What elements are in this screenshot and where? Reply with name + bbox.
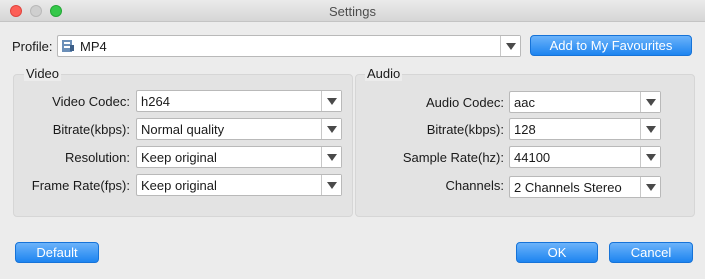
video-codec-label: Video Codec: [52, 94, 130, 109]
add-to-favourites-button[interactable]: Add to My Favourites [530, 35, 692, 56]
ok-button[interactable]: OK [516, 242, 598, 263]
audio-codec-select[interactable]: aac [509, 91, 661, 113]
resolution-value: Keep original [141, 150, 217, 165]
chevron-down-icon[interactable] [640, 119, 660, 139]
audio-codec-label: Audio Codec: [425, 95, 504, 110]
resolution-select[interactable]: Keep original [136, 146, 342, 168]
chevron-down-icon[interactable] [640, 147, 660, 167]
video-bitrate-label: Bitrate(kbps): [52, 122, 130, 137]
default-button[interactable]: Default [15, 242, 99, 263]
frame-rate-label: Frame Rate(fps): [31, 178, 130, 193]
audio-bitrate-value: 128 [514, 122, 536, 137]
sample-rate-select[interactable]: 44100 [509, 146, 661, 168]
video-codec-value: h264 [141, 94, 170, 109]
video-group-title: Video [24, 66, 62, 81]
video-file-icon [62, 40, 74, 52]
profile-value: MP4 [80, 39, 107, 54]
window-title: Settings [329, 4, 376, 19]
audio-bitrate-select[interactable]: 128 [509, 118, 661, 140]
profile-select[interactable]: MP4 [57, 35, 521, 57]
chevron-down-icon[interactable] [321, 91, 341, 111]
channels-select[interactable]: 2 Channels Stereo [509, 176, 661, 198]
title-bar: Settings [0, 0, 705, 22]
channels-label: Channels: [445, 178, 504, 193]
chevron-down-icon[interactable] [500, 36, 520, 56]
audio-group-title: Audio [365, 66, 403, 81]
audio-bitrate-label: Bitrate(kbps): [426, 122, 504, 137]
frame-rate-select[interactable]: Keep original [136, 174, 342, 196]
channels-value: 2 Channels Stereo [514, 180, 622, 195]
profile-label: Profile: [12, 39, 53, 54]
chevron-down-icon[interactable] [321, 175, 341, 195]
chevron-down-icon[interactable] [640, 92, 660, 112]
video-bitrate-select[interactable]: Normal quality [136, 118, 342, 140]
cancel-button[interactable]: Cancel [609, 242, 693, 263]
sample-rate-label: Sample Rate(hz): [402, 150, 504, 165]
chevron-down-icon[interactable] [640, 177, 660, 197]
sample-rate-value: 44100 [514, 150, 551, 165]
resolution-label: Resolution: [64, 150, 130, 165]
audio-codec-value: aac [514, 95, 535, 110]
chevron-down-icon[interactable] [321, 147, 341, 167]
video-codec-select[interactable]: h264 [136, 90, 342, 112]
chevron-down-icon[interactable] [321, 119, 341, 139]
frame-rate-value: Keep original [141, 178, 217, 193]
video-bitrate-value: Normal quality [141, 122, 225, 137]
